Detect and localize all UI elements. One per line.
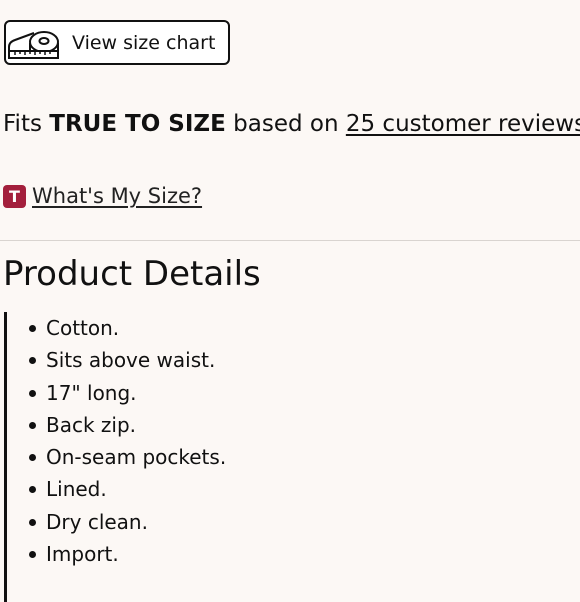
list-item-text: 17" long. bbox=[46, 380, 137, 405]
bullet-icon bbox=[29, 389, 36, 397]
product-details-title: Product Details bbox=[3, 254, 261, 294]
list-item-text: On-seam pockets. bbox=[46, 445, 227, 470]
list-item-text: Dry clean. bbox=[46, 509, 148, 534]
list-item-text: Lined. bbox=[46, 477, 107, 502]
list-item: 17" long. bbox=[7, 377, 577, 409]
bullet-icon bbox=[29, 551, 36, 559]
list-item-text: Sits above waist. bbox=[46, 348, 216, 373]
list-item: Sits above waist. bbox=[7, 344, 577, 376]
fit-prefix: Fits bbox=[3, 111, 42, 137]
list-item: On-seam pockets. bbox=[7, 441, 577, 473]
list-item: Back zip. bbox=[7, 409, 577, 441]
list-item-text: Import. bbox=[46, 542, 119, 567]
bullet-icon bbox=[29, 325, 36, 332]
whats-my-size-link[interactable]: What's My Size? bbox=[32, 183, 202, 209]
list-item: Dry clean. bbox=[7, 506, 577, 538]
truefit-logo-icon: T bbox=[3, 184, 26, 208]
section-divider bbox=[0, 240, 580, 241]
product-details-list: Cotton. Sits above waist. 17" long. Back… bbox=[7, 312, 577, 570]
fit-value: TRUE TO SIZE bbox=[49, 111, 226, 137]
bullet-icon bbox=[29, 486, 36, 494]
customer-reviews-link[interactable]: 25 customer reviews bbox=[346, 111, 580, 137]
list-item-text: Back zip. bbox=[46, 412, 137, 437]
measuring-tape-icon bbox=[8, 31, 59, 60]
list-item: Lined. bbox=[7, 473, 577, 505]
view-size-chart-button[interactable]: View size chart bbox=[4, 20, 230, 65]
product-details-panel: Cotton. Sits above waist. 17" long. Back… bbox=[4, 312, 577, 602]
fit-middle-text: based on bbox=[233, 111, 339, 137]
bullet-icon bbox=[29, 454, 36, 462]
bullet-icon bbox=[29, 421, 36, 429]
list-item-text: Cotton. bbox=[46, 316, 120, 340]
whats-my-size: T What's My Size? bbox=[3, 183, 202, 209]
list-item: Import. bbox=[7, 538, 577, 570]
list-item: Cotton. bbox=[7, 312, 577, 344]
fit-summary: Fits TRUE TO SIZE based on 25 customer r… bbox=[3, 110, 580, 138]
bullet-icon bbox=[29, 357, 36, 365]
bullet-icon bbox=[29, 518, 36, 526]
view-size-chart-label: View size chart bbox=[72, 32, 216, 54]
